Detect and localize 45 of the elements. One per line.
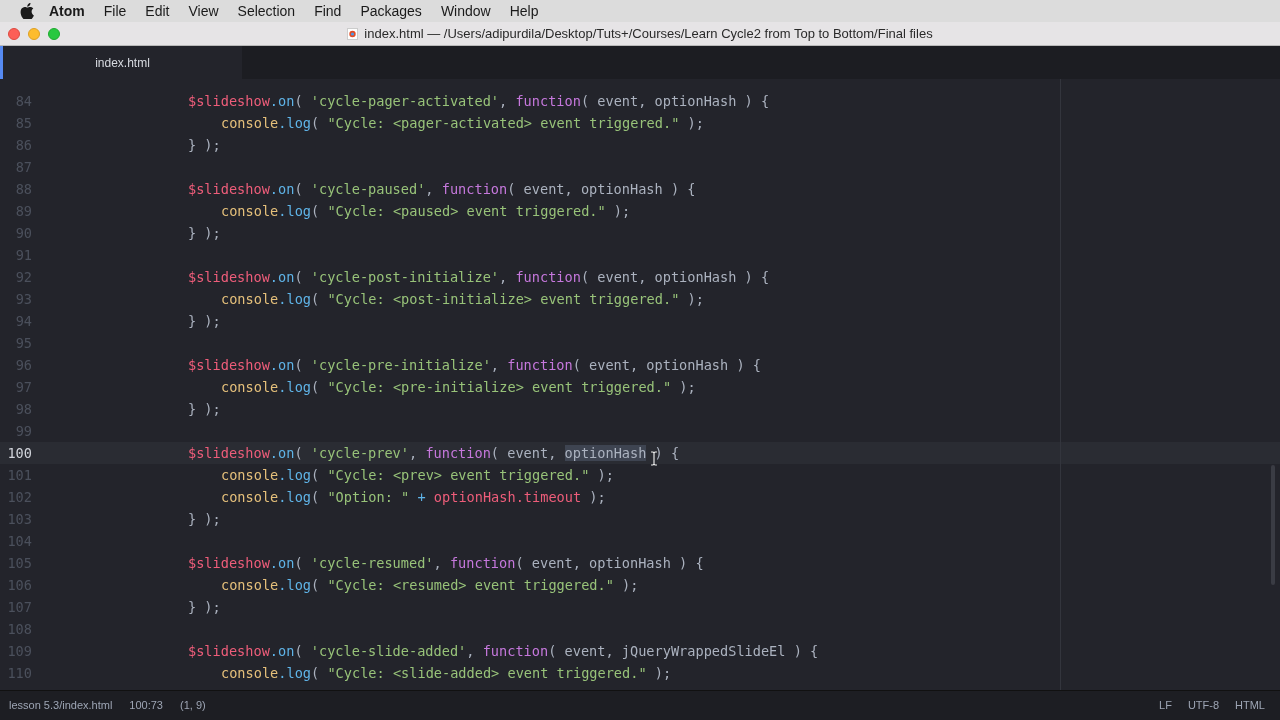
code-line: console.log( "Cycle: <post-initialize> event triggered." ); (221, 289, 704, 309)
code-line: console.log( "Cycle: <pre-initialize> event triggered." ); (221, 377, 696, 397)
menu-item[interactable]: Selection (237, 0, 296, 22)
menu-item[interactable]: View (188, 0, 219, 22)
line-ending[interactable]: LF (1159, 697, 1172, 714)
code-line: $slideshow.on( 'cycle-resumed', function( event, optionHash ) { (188, 553, 704, 573)
code-line: $slideshow.on( 'cycle-paused', function( event, optionHash ) { (188, 179, 696, 199)
window-title: index.html — /Users/adipurdila/Desktop/Tuts+/Courses/Learn Cycle2 from Top to Bottom/Final files (364, 24, 933, 43)
code-line: console.log( "Cycle: <resumed> event triggered." ); (221, 575, 639, 595)
menu-item[interactable]: Packages (360, 0, 422, 22)
cursor-position[interactable]: 100:73 (129, 697, 163, 714)
app-name[interactable]: Atom (49, 0, 85, 22)
code-line: } ); (188, 135, 221, 155)
file-icon (347, 27, 359, 40)
code-line: console.log( "Cycle: <paused> event triggered." ); (221, 201, 631, 221)
menu-item[interactable]: Window (440, 0, 491, 22)
text-cursor-icon (650, 451, 658, 466)
code-line: } ); (188, 509, 221, 529)
code-line: $slideshow.on( 'cycle-prev', function( event, optionHash ) { (188, 443, 680, 463)
code-line: } ); (188, 399, 221, 419)
file-path[interactable]: lesson 5.3/index.html (9, 697, 113, 714)
code-line: console.log( "Option: " + optionHash.timeout ); (221, 487, 606, 507)
zoom-button[interactable] (48, 27, 60, 40)
code-line: console.log( "Cycle: <pager-activated> event triggered." ); (221, 113, 704, 133)
line-number: 100 (6, 443, 32, 463)
menu-item[interactable]: Find (314, 0, 342, 22)
code-line: $slideshow.on( 'cycle-pager-activated', function( event, optionHash ) { (188, 91, 770, 111)
code-line: } ); (188, 597, 221, 617)
apple-icon[interactable] (20, 3, 34, 19)
code-line: console.log( "Cycle: <prev> event triggered." ); (221, 465, 614, 485)
code-line: } ); (188, 223, 221, 243)
code-line: $slideshow.on( 'cycle-slide-added', function( event, jQueryWrappedSlideEl ) { (188, 641, 819, 661)
code-line: } ); (188, 311, 221, 331)
code-line: $slideshow.on( 'cycle-pre-initialize', function( event, optionHash ) { (188, 355, 761, 375)
menu-item[interactable]: Edit (145, 0, 170, 22)
grammar[interactable]: HTML (1235, 697, 1265, 714)
code-line: $slideshow.on( 'cycle-post-initialize', function( event, optionHash ) { (188, 267, 770, 287)
selection-count: (1, 9) (180, 698, 206, 714)
menu-item[interactable]: File (103, 0, 127, 22)
menu-item[interactable]: Help (509, 0, 539, 22)
minimize-button[interactable] (28, 27, 40, 40)
encoding[interactable]: UTF-8 (1187, 697, 1220, 714)
close-button[interactable] (8, 27, 20, 40)
code-line: console.log( "Cycle: <slide-added> event triggered." ); (221, 663, 672, 683)
editor-tab[interactable]: index.html (0, 46, 242, 79)
